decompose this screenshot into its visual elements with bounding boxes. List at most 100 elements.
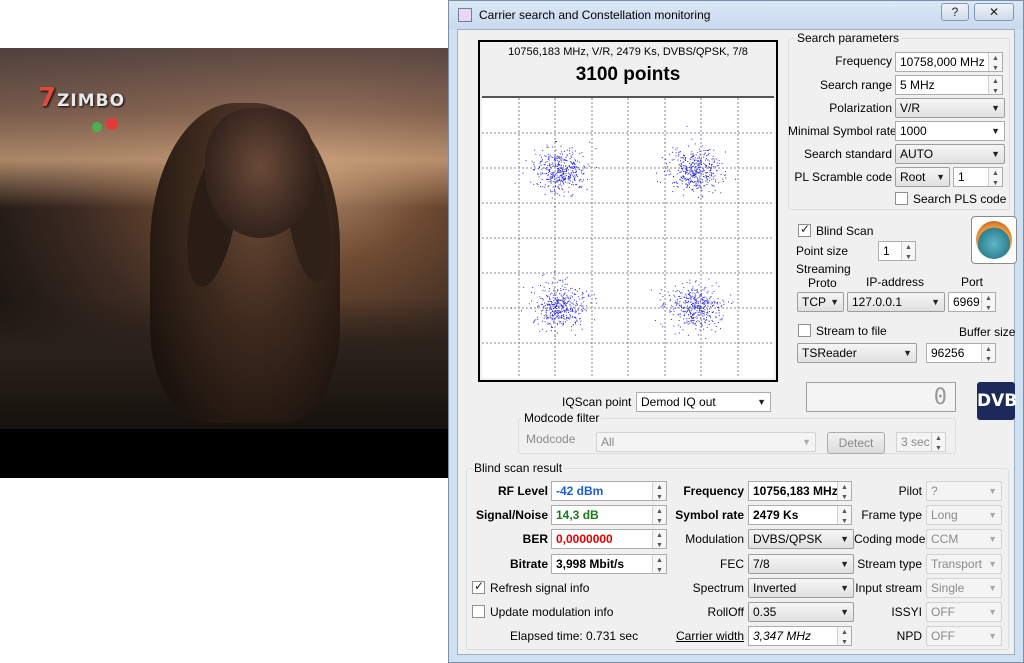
channel-logo: 7ZIMBO (38, 83, 126, 113)
dvb-logo: DVB (977, 382, 1017, 420)
signal-noise-value: 14,3 dB (551, 505, 667, 525)
point-size-input[interactable]: 1 (878, 241, 916, 261)
buffer-size-spinner[interactable] (981, 344, 995, 362)
bitrate-value: 3,998 Mbit/s (551, 554, 667, 574)
search-pls-checkbox[interactable] (895, 192, 908, 205)
buffer-size-input[interactable]: 96256 (926, 343, 996, 363)
video-bottom-margin (0, 429, 448, 478)
points-count: 3100 points (575, 64, 681, 85)
pilot-label: Pilot (898, 484, 922, 498)
frame-type-label: Frame type (861, 508, 922, 522)
blind-scan-checkbox[interactable] (798, 222, 811, 237)
result-frequency-spinner[interactable] (837, 482, 851, 500)
chevron-down-icon: ▼ (903, 348, 912, 358)
coding-mode-select[interactable]: CCM ▼ (926, 529, 1002, 549)
ber-spinner[interactable] (652, 530, 666, 548)
reader-select[interactable]: TSReader ▼ (797, 343, 917, 363)
issyi-label: ISSYI (891, 605, 922, 619)
pl-scramble-label: PL Scramble code (794, 170, 892, 184)
min-symbol-rate-select[interactable]: 1000 ▼ (895, 121, 1005, 141)
symbol-rate-spinner[interactable] (837, 506, 851, 524)
spectrum-select[interactable]: Inverted ▼ (748, 578, 854, 598)
title-bar[interactable]: Carrier search and Constellation monitor… (449, 1, 1023, 29)
close-button[interactable]: ✕ (974, 3, 1014, 21)
npd-label: NPD (896, 629, 922, 643)
port-input[interactable]: 6969 (948, 292, 996, 312)
fish-icon[interactable] (971, 216, 1017, 264)
chevron-down-icon: ▼ (988, 631, 997, 641)
fec-select[interactable]: 7/8 ▼ (748, 554, 854, 574)
detect-time-input[interactable]: 3 sec (896, 432, 946, 452)
pl-scramble-code-input[interactable]: 1 (953, 167, 1003, 187)
stream-type-label: Stream type (857, 557, 922, 571)
constellation-cluster (650, 278, 734, 339)
rf-level-value: -42 dBm (551, 481, 667, 501)
video-preview: 7ZIMBO (0, 0, 448, 663)
modcode-select[interactable]: All ▼ (596, 432, 816, 452)
logo-dot-green (92, 122, 102, 132)
search-range-input[interactable]: 5 MHz (895, 75, 1003, 95)
stream-to-file-checkbox[interactable] (798, 324, 811, 337)
carrier-info: 10756,183 MHz, V/R, 2479 Ks, DVBS/QPSK, … (508, 46, 748, 58)
detect-time-spinner[interactable] (931, 433, 945, 451)
chevron-down-icon: ▼ (988, 534, 997, 544)
search-standard-select[interactable]: AUTO ▼ (895, 144, 1005, 164)
spectrum-label: Spectrum (692, 581, 744, 595)
constellation-cluster (511, 271, 597, 337)
update-modulation-label: Update modulation info (490, 605, 614, 619)
chevron-down-icon: ▼ (988, 486, 997, 496)
search-standard-label: Search standard (803, 147, 892, 161)
bitrate-label: Bitrate (509, 557, 548, 571)
stream-type-select[interactable]: Transport ▼ (926, 554, 1002, 574)
symbol-rate-label: Symbol rate (675, 508, 744, 522)
chevron-down-icon: ▼ (840, 534, 849, 544)
frame-type-select[interactable]: Long ▼ (926, 505, 1002, 525)
polarization-select[interactable]: V/R ▼ (895, 98, 1005, 118)
constellation-svg (482, 98, 774, 378)
iqscan-select[interactable]: Demod IQ out ▼ (636, 392, 771, 412)
app-icon (458, 8, 472, 22)
ber-label: BER (522, 532, 548, 546)
update-modulation-checkbox[interactable] (472, 605, 485, 618)
frequency-spinner[interactable] (988, 53, 1002, 71)
coding-mode-label: Coding mode (854, 532, 926, 546)
carrier-width-spinner[interactable] (837, 627, 851, 645)
constellation-window: Carrier search and Constellation monitor… (448, 0, 1024, 663)
bitrate-spinner[interactable] (652, 555, 666, 573)
signal-noise-spinner[interactable] (652, 506, 666, 524)
fec-label: FEC (720, 557, 744, 571)
npd-select[interactable]: OFF ▼ (926, 626, 1002, 646)
pl-scramble-spinner[interactable] (988, 168, 1002, 186)
constellation-cluster (656, 125, 736, 198)
input-stream-select[interactable]: Single ▼ (926, 578, 1002, 598)
chevron-down-icon: ▼ (840, 559, 849, 569)
help-button[interactable]: ? (941, 3, 969, 21)
rf-level-spinner[interactable] (652, 482, 666, 500)
frequency-input[interactable]: 10758,000 MHz (895, 52, 1003, 72)
detect-button[interactable]: Detect (827, 432, 885, 454)
issyi-select[interactable]: OFF ▼ (926, 602, 1002, 622)
video-top-margin (0, 0, 448, 48)
carrier-width-link[interactable]: Carrier width (668, 629, 744, 643)
buffer-size-label: Buffer size (959, 325, 1016, 339)
port-spinner[interactable] (981, 293, 995, 311)
modulation-select[interactable]: DVBS/QPSK ▼ (748, 529, 854, 549)
chevron-down-icon: ▼ (931, 297, 940, 307)
rolloff-select[interactable]: 0.35 ▼ (748, 602, 854, 622)
point-size-spinner[interactable] (901, 242, 915, 260)
chevron-down-icon: ▼ (988, 607, 997, 617)
search-range-spinner[interactable] (988, 76, 1002, 94)
search-parameters-title: Search parameters (795, 31, 902, 45)
logo-dot-red (106, 118, 118, 130)
refresh-signal-checkbox[interactable] (472, 579, 485, 594)
pl-scramble-type-select[interactable]: Root ▼ (895, 167, 950, 187)
chevron-down-icon: ▼ (988, 559, 997, 569)
polarization-label: Polarization (829, 101, 892, 115)
ip-address-select[interactable]: 127.0.0.1 ▼ (847, 292, 945, 312)
pilot-select[interactable]: ? ▼ (926, 481, 1002, 501)
frequency-label: Frequency (835, 54, 892, 68)
proto-select[interactable]: TCP ▼ (797, 292, 844, 312)
result-frequency-label: Frequency (683, 484, 744, 498)
chevron-down-icon: ▼ (936, 172, 945, 182)
constellation-plot (482, 96, 774, 378)
